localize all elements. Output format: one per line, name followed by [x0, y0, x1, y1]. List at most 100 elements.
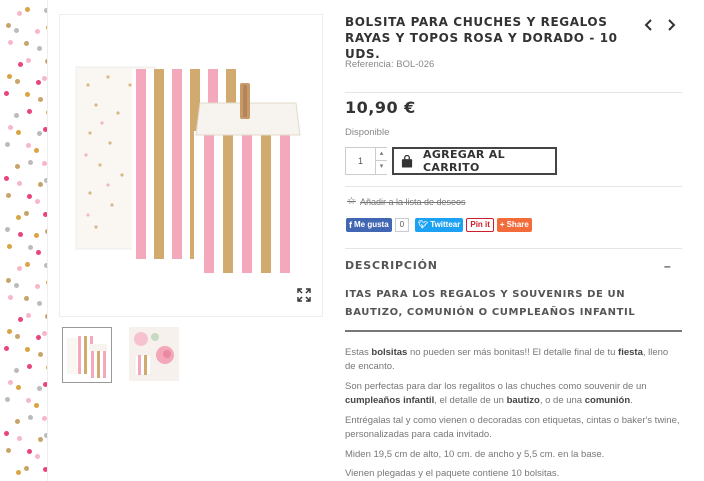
confetti-dot [24, 466, 29, 471]
confetti-dot [26, 313, 31, 318]
confetti-dot [15, 419, 20, 424]
chevron-right-icon [668, 19, 676, 31]
reference-label: Referencia: [345, 59, 394, 70]
reference-value: BOL-026 [396, 59, 435, 70]
confetti-dot [5, 227, 10, 232]
collapse-toggle-icon[interactable]: – [664, 259, 671, 273]
divider [345, 330, 682, 332]
description-heading[interactable]: DESCRIPCIÓN [345, 259, 438, 272]
confetti-dot [16, 470, 21, 475]
confetti-dot [18, 232, 23, 237]
confetti-dot [36, 80, 41, 85]
confetti-dot [17, 266, 22, 271]
confetti-dot [27, 109, 32, 114]
add-to-cart-button[interactable]: AGREGAR AL CARRITO [392, 147, 557, 175]
product-price: 10,90 € [345, 98, 416, 117]
confetti-dot [15, 79, 20, 84]
confetti-dot [5, 397, 10, 402]
confetti-dot [6, 193, 11, 198]
text-bold: cumpleaños infantil [345, 394, 435, 406]
confetti-dot [34, 148, 39, 153]
share-icon: + [499, 220, 505, 229]
wishlist-label: Añadir a la lista de deseos [359, 196, 466, 207]
text: , o de una [539, 394, 585, 406]
confetti-dot [8, 295, 13, 300]
confetti-dot [25, 347, 30, 352]
product-title: BOLSITA PARA CHUCHES Y REGALOS RAYAS Y T… [345, 15, 618, 61]
confetti-dot [35, 284, 40, 289]
chevron-left-icon [644, 19, 652, 31]
confetti-dot [4, 91, 9, 96]
thumbnail-1[interactable] [62, 327, 112, 383]
confetti-dot [34, 403, 39, 408]
confetti-dot [26, 58, 31, 63]
text: Son perfectas para dar los regalitos o l… [345, 381, 647, 392]
share-label: Share [506, 220, 529, 229]
confetti-dot [28, 160, 33, 165]
twitter-icon: 🐦︎ [418, 220, 429, 229]
quantity-increase-button[interactable]: ▴ [375, 148, 387, 161]
confetti-dot [35, 199, 40, 204]
chevron-down-icon: ▾ [379, 163, 384, 170]
thumbnail-table-image [129, 327, 179, 381]
confetti-dot [24, 41, 29, 46]
description-paragraph-2: Son perfectas para dar los regalitos o l… [345, 380, 680, 407]
text-bold: bolsitas [371, 347, 408, 358]
confetti-dot [26, 143, 31, 148]
add-to-cart-label: AGREGAR AL CARRITO [423, 148, 505, 174]
confetti-dot [4, 176, 9, 181]
confetti-dot [28, 415, 33, 420]
product-reference: Referencia: BOL-026 [345, 59, 434, 70]
zoom-icon [297, 288, 311, 302]
confetti-dot [36, 250, 41, 255]
divider [345, 186, 682, 187]
confetti-dot [16, 215, 21, 220]
confetti-dot [25, 262, 30, 267]
text-bold: fiesta [618, 347, 643, 358]
pinterest-button[interactable]: Pin it [466, 217, 494, 232]
facebook-like-button[interactable]: f Me gusta [346, 217, 392, 232]
facebook-icon: f [349, 219, 352, 230]
share-button[interactable]: + Share [496, 217, 532, 232]
star-icon: ☆ [347, 196, 356, 207]
confetti-dot [27, 364, 32, 369]
confetti-dot [38, 352, 43, 357]
confetti-dot [6, 278, 11, 283]
twitter-label: Twittear [430, 220, 461, 229]
confetti-dot [38, 97, 43, 102]
confetti-dot [37, 301, 42, 306]
quantity-decrease-button[interactable]: ▾ [375, 161, 387, 174]
twitter-share-button[interactable]: 🐦︎ Twittear [415, 217, 464, 232]
confetti-dot [16, 385, 21, 390]
confetti-dot [34, 233, 39, 238]
add-to-wishlist-link[interactable]: ☆ Añadir a la lista de deseos [347, 196, 466, 207]
confetti-dot [14, 113, 19, 118]
description-subheading: ITAS PARA LOS REGALOS Y SOUVENIRS DE UN … [345, 289, 636, 318]
confetti-dot [6, 23, 11, 28]
confetti-dot [17, 11, 22, 16]
quantity-stepper: ▴ ▾ [345, 147, 387, 175]
social-share-bar: f Me gusta 0 🐦︎ Twittear Pin it + Share [346, 217, 535, 232]
description-paragraph-5: Vienen plegadas y el paquete contiene 10… [345, 468, 560, 479]
gift-bags-illustration [75, 66, 311, 302]
confetti-dot [8, 380, 13, 385]
confetti-dot [4, 431, 9, 436]
chevron-up-icon: ▴ [379, 150, 384, 157]
next-product-button[interactable] [664, 18, 678, 32]
confetti-dot [15, 334, 20, 339]
facebook-like-count: 0 [394, 217, 410, 232]
divider [47, 0, 48, 481]
confetti-dot [36, 335, 41, 340]
text: no pueden ser más bonitas!! El detalle f… [407, 347, 619, 358]
thumbnail-2[interactable] [129, 327, 179, 383]
divider [345, 248, 682, 249]
prev-product-button[interactable] [642, 18, 656, 32]
quantity-input[interactable] [346, 148, 375, 174]
confetti-dot [17, 181, 22, 186]
confetti-dot [25, 7, 30, 12]
product-main-image[interactable] [59, 14, 323, 317]
confetti-dot [24, 296, 29, 301]
divider [345, 92, 682, 93]
description-paragraph-1: Estas bolsitas no pueden ser más bonitas… [345, 346, 680, 373]
confetti-dot [15, 164, 20, 169]
